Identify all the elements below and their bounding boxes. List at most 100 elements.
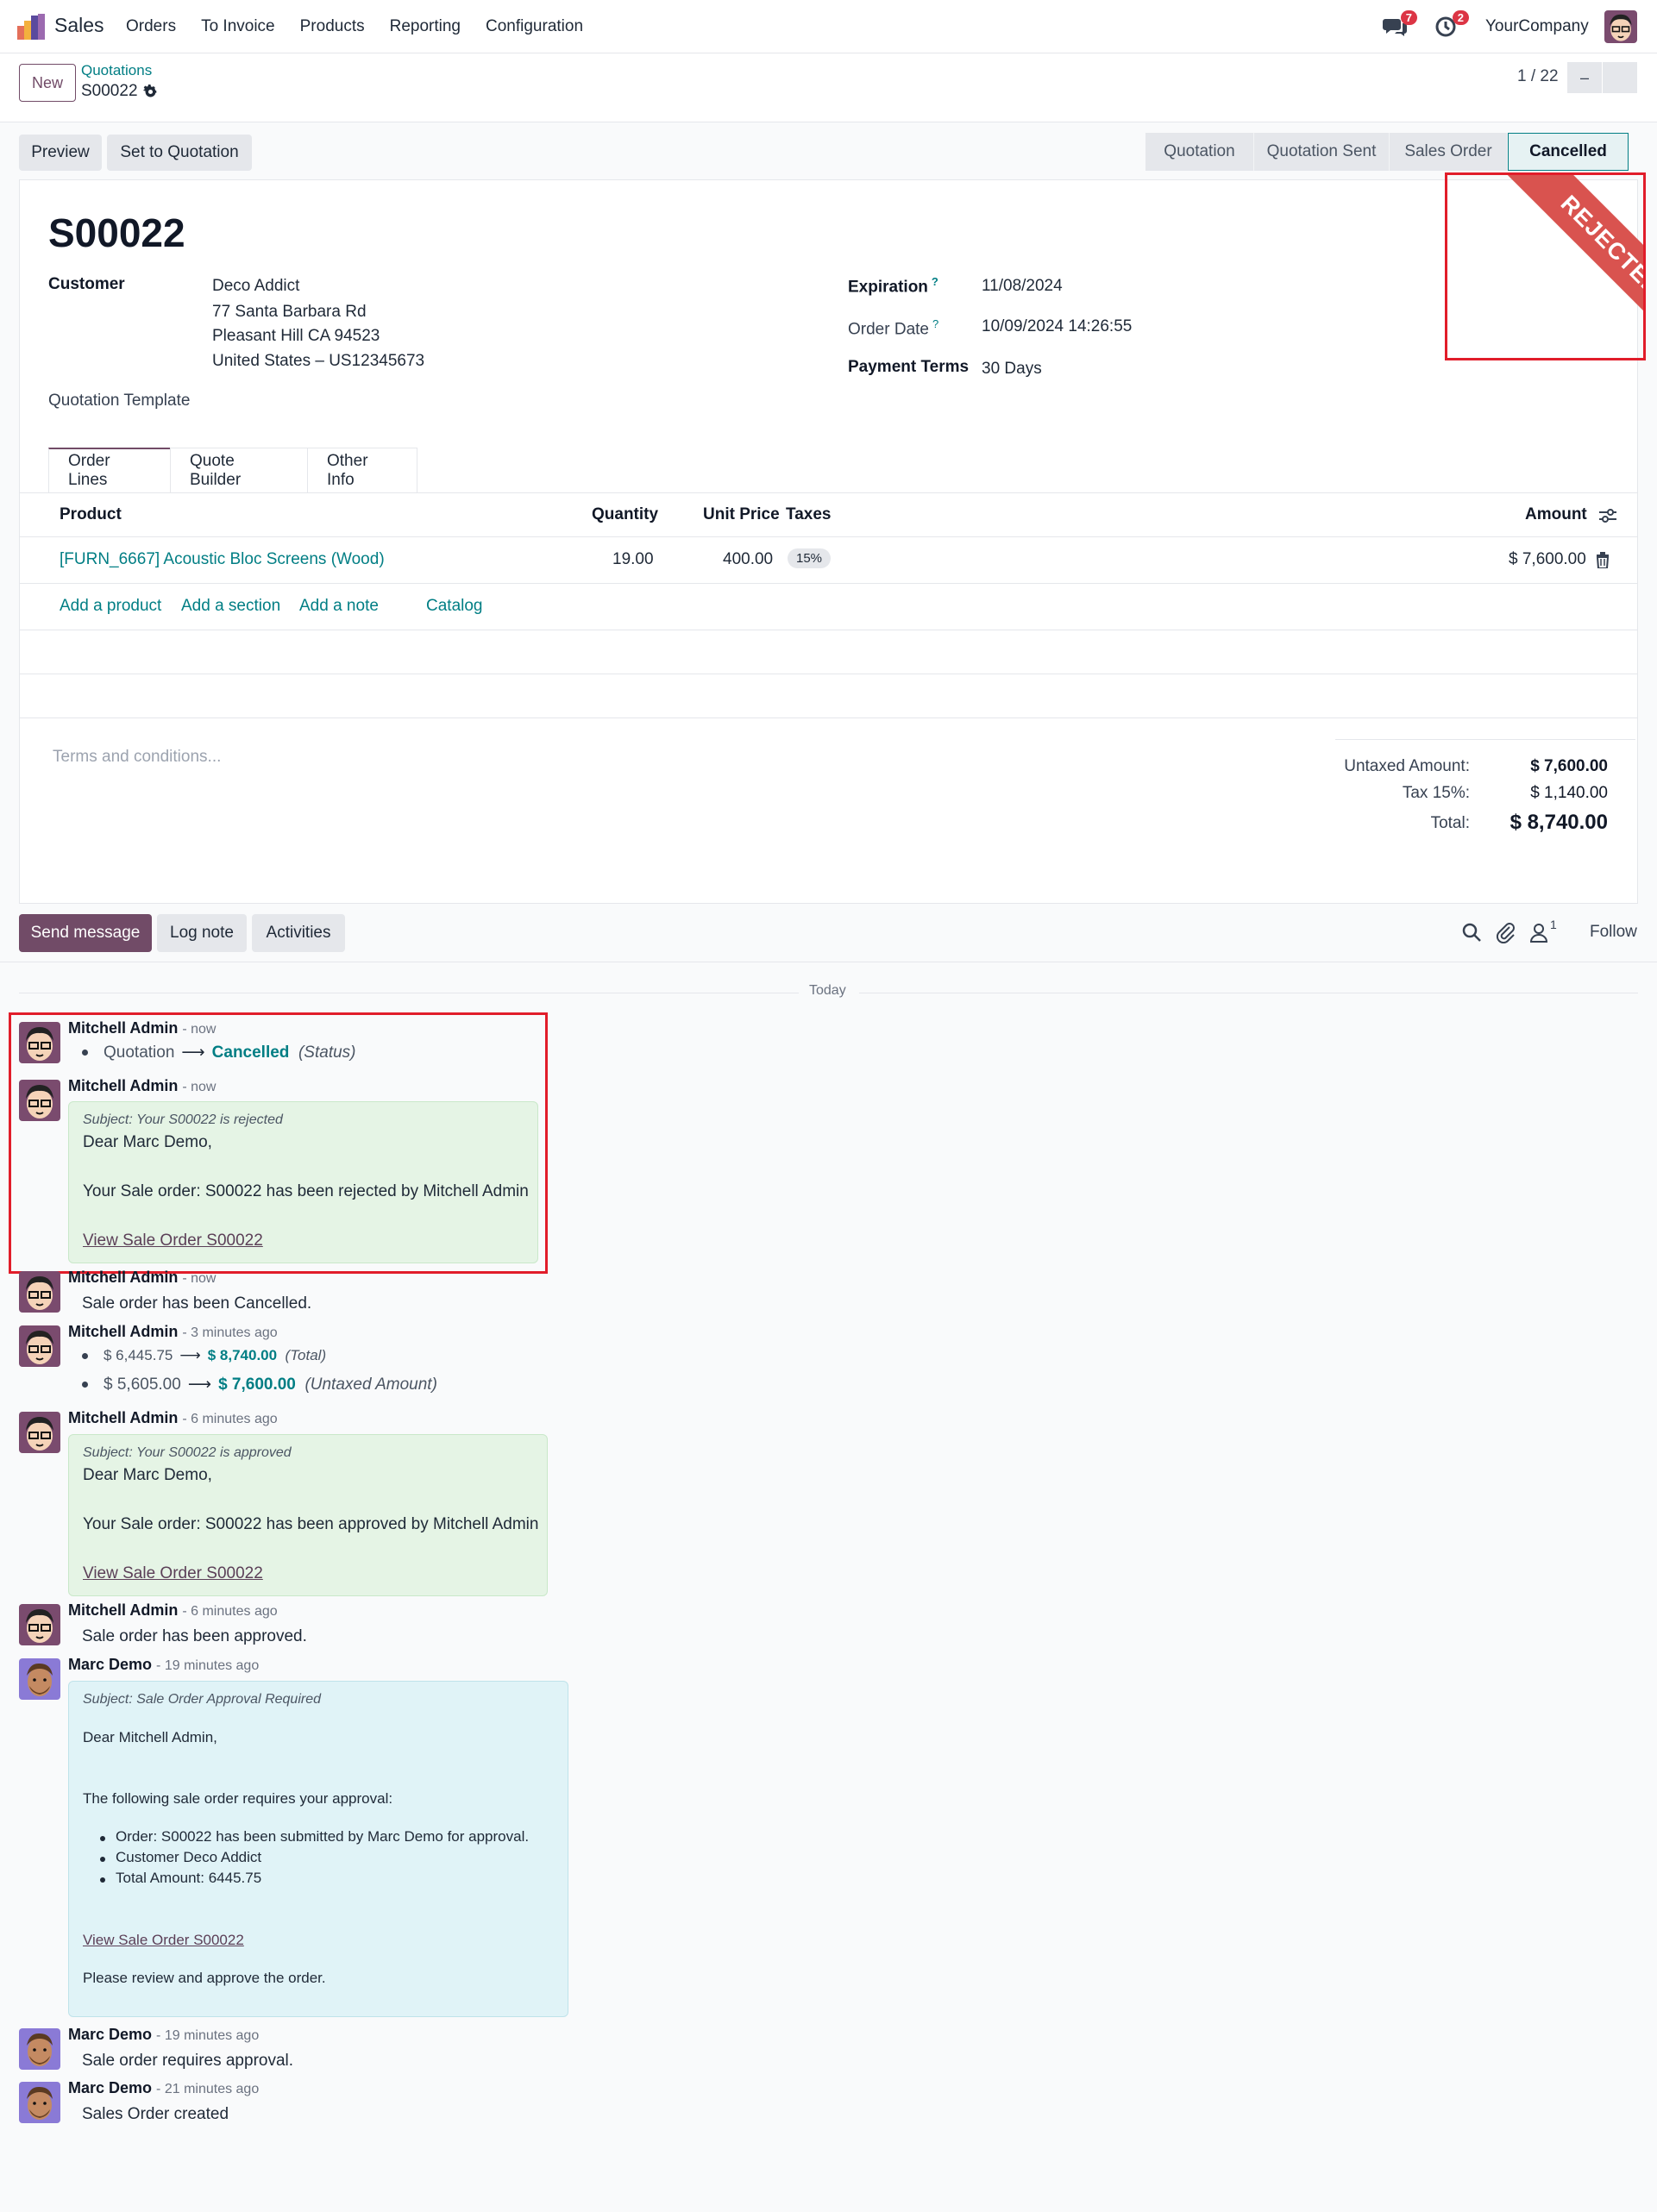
help-icon[interactable]: ?	[932, 275, 938, 288]
add-section-link[interactable]: Add a section	[181, 597, 280, 616]
message-author: Mitchell Admin - 6 minutes ago	[68, 1409, 278, 1426]
menu-configuration[interactable]: Configuration	[486, 17, 583, 36]
untaxed-amount-label: Untaxed Amount:	[1344, 757, 1470, 775]
column-taxes[interactable]: Taxes	[786, 505, 831, 524]
message-bubble: Subject: Your S00022 is approved Dear Ma…	[68, 1434, 548, 1596]
breadcrumb-current: S00022	[81, 82, 158, 101]
view-sale-order-link[interactable]: View Sale Order S00022	[83, 1564, 263, 1583]
avatar-mitchell-admin[interactable]	[19, 1412, 60, 1453]
form-sheet: S00022 Customer Deco Addict 77 Santa Bar…	[19, 179, 1638, 904]
order-date-label: Order Date?	[848, 317, 939, 339]
avatar-marc-demo[interactable]	[19, 1658, 60, 1700]
order-date-value[interactable]: 10/09/2024 14:26:55	[982, 317, 1132, 336]
tax-label: Tax 15%:	[1402, 784, 1470, 802]
message-body: Sales Order created	[82, 2105, 229, 2123]
terms-and-conditions-field[interactable]: Terms and conditions...	[53, 748, 221, 767]
message-author: Marc Demo - 19 minutes ago	[68, 2026, 260, 2043]
customer-name[interactable]: Deco Addict	[212, 277, 299, 296]
tracking-value: Quotation ⟶ Cancelled (Status)	[82, 1043, 356, 1062]
column-quantity[interactable]: Quantity	[592, 505, 658, 524]
help-icon[interactable]: ?	[932, 317, 938, 330]
trash-icon[interactable]	[1596, 552, 1610, 568]
company-switcher[interactable]: YourCompany	[1485, 17, 1589, 36]
column-amount[interactable]: Amount	[1525, 505, 1587, 524]
line-unit-price[interactable]: 400.00	[723, 550, 773, 569]
gear-icon[interactable]	[142, 84, 158, 99]
follow-button[interactable]: Follow	[1590, 923, 1637, 942]
breadcrumb-quotations[interactable]: Quotations	[81, 62, 152, 79]
total-value: $ 8,740.00	[1510, 811, 1608, 834]
message-subject: Subject: Sale Order Approval Required	[83, 1692, 321, 1707]
menu-reporting[interactable]: Reporting	[390, 17, 461, 36]
activities-button[interactable]: Activities	[252, 914, 345, 952]
customer-address-line1: 77 Santa Barbara Rd	[212, 303, 367, 321]
payment-terms-value[interactable]: 30 Days	[982, 360, 1042, 379]
menu-orders[interactable]: Orders	[126, 17, 176, 36]
expiration-value[interactable]: 11/08/2024	[982, 277, 1063, 296]
order-line-row[interactable]: [FURN_6667] Acoustic Bloc Screens (Wood)…	[20, 537, 1637, 584]
form-actions-row: Preview Set to Quotation Quotation Quota…	[0, 122, 1657, 179]
avatar-marc-demo[interactable]	[19, 2082, 60, 2123]
customer-address-line3: United States – US12345673	[212, 352, 425, 370]
activities-icon[interactable]: 2	[1434, 10, 1469, 38]
payment-terms-label: Payment Terms	[848, 358, 970, 376]
message-author: Mitchell Admin - now	[68, 1077, 217, 1094]
paperclip-icon[interactable]	[1495, 921, 1517, 943]
column-unit-price[interactable]: Unit Price	[703, 505, 780, 524]
search-icon[interactable]	[1460, 921, 1483, 943]
total-label: Total:	[1430, 814, 1470, 832]
tab-order-lines[interactable]: Order Lines	[48, 448, 171, 492]
status-quotation-sent[interactable]: Quotation Sent	[1254, 133, 1390, 171]
user-avatar[interactable]	[1604, 10, 1637, 43]
column-product[interactable]: Product	[60, 505, 122, 524]
avatar-mitchell-admin[interactable]	[19, 1271, 60, 1313]
chatter-toolbar: Send message Log note Activities 1 Follo…	[0, 904, 1657, 962]
avatar-marc-demo[interactable]	[19, 2028, 60, 2070]
preview-button[interactable]: Preview	[19, 135, 102, 171]
menu-to-invoice[interactable]: To Invoice	[201, 17, 275, 36]
message-greeting: Dear Marc Demo,	[83, 1133, 212, 1151]
pager-previous-button[interactable]: –	[1567, 62, 1602, 93]
catalog-link[interactable]: Catalog	[426, 597, 483, 616]
log-note-button[interactable]: Log note	[157, 914, 247, 952]
message-subject: Subject: Your S00022 is rejected	[83, 1112, 283, 1127]
status-sales-order[interactable]: Sales Order	[1390, 133, 1508, 171]
pager-next-button[interactable]	[1603, 62, 1637, 93]
send-message-button[interactable]: Send message	[19, 914, 152, 952]
view-sale-order-link[interactable]: View Sale Order S00022	[83, 1231, 263, 1250]
order-reference: S00022	[48, 210, 185, 255]
line-quantity[interactable]: 19.00	[612, 550, 654, 569]
line-amount: $ 7,600.00	[1509, 550, 1586, 568]
tab-other-info[interactable]: Other Info	[307, 448, 417, 492]
line-tax-badge[interactable]: 15%	[788, 548, 832, 568]
optional-columns-icon[interactable]	[1598, 507, 1617, 524]
messages-icon[interactable]: 7	[1383, 10, 1417, 38]
avatar-mitchell-admin[interactable]	[19, 1604, 60, 1645]
set-to-quotation-button[interactable]: Set to Quotation	[107, 135, 252, 171]
tab-quote-builder[interactable]: Quote Builder	[170, 448, 308, 492]
message-closing: Please review and approve the order.	[83, 1970, 326, 1986]
avatar-mitchell-admin[interactable]	[19, 1325, 60, 1367]
view-sale-order-link[interactable]: View Sale Order S00022	[83, 1932, 244, 1949]
avatar-mitchell-admin[interactable]	[19, 1080, 60, 1121]
add-product-link[interactable]: Add a product	[60, 597, 161, 616]
sales-app-icon[interactable]	[17, 14, 45, 40]
line-product[interactable]: [FURN_6667] Acoustic Bloc Screens (Wood)	[60, 550, 385, 569]
message-body: Your Sale order: S00022 has been approve…	[83, 1515, 539, 1533]
status-quotation[interactable]: Quotation	[1145, 133, 1254, 171]
pager-value[interactable]: 1 / 22	[1517, 67, 1559, 86]
menu-products[interactable]: Products	[300, 17, 365, 36]
totals-summary: Untaxed Amount: $ 7,600.00 Tax 15%: $ 1,…	[1335, 739, 1635, 834]
message-author: Marc Demo - 21 minutes ago	[68, 2079, 260, 2096]
avatar-mitchell-admin[interactable]	[19, 1022, 60, 1063]
add-note-link[interactable]: Add a note	[299, 597, 379, 616]
followers-count: 1	[1550, 918, 1557, 931]
status-cancelled[interactable]: Cancelled	[1508, 133, 1629, 171]
new-button[interactable]: New	[19, 64, 76, 102]
list-item: Customer Deco Addict	[99, 1849, 262, 1865]
date-separator-label: Today	[809, 983, 846, 998]
followers-icon[interactable]	[1528, 921, 1550, 943]
list-item: Order: S00022 has been submitted by Marc…	[99, 1828, 530, 1845]
top-navbar: Sales Orders To Invoice Products Reporti…	[0, 0, 1657, 53]
app-name[interactable]: Sales	[54, 14, 104, 37]
